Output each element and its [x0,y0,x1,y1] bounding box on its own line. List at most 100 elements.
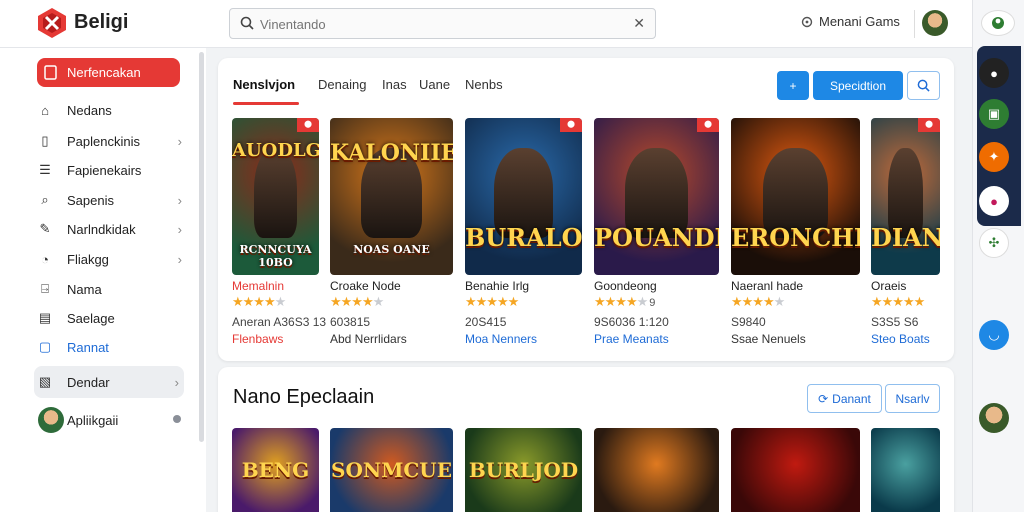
chart-icon: ◔ [41,251,49,267]
sidebar-item-fliakgg[interactable]: ◔ Fliakgg › [37,247,187,271]
avatar[interactable] [38,407,64,433]
sidebar-item-label: Narlndkidak [67,221,136,237]
gamepad-icon [801,16,813,27]
game-card[interactable] [594,428,719,512]
brand-name[interactable]: Beligi [74,11,128,34]
game-card[interactable] [871,428,940,512]
game-art-title: BURALON [465,223,582,252]
sword-icon[interactable]: ✦ [979,142,1009,172]
danant-button[interactable]: ⟳ Danant [807,384,882,413]
tab-nenbs[interactable]: Nenbs [465,77,503,92]
sidebar-item-label: Saelage [67,310,115,326]
game-tag[interactable]: Ssae Nenuels [731,332,806,346]
search-bar[interactable]: ✕ [229,8,656,39]
game-art-title: BURLJOD [468,458,579,482]
add-button[interactable]: + [777,71,809,100]
rating-stars: ★★★★★ 9 [594,294,656,309]
game-price: S3S5 S6 [871,315,919,329]
game-card[interactable]: ERONCHIS [731,118,860,275]
game-card[interactable]: BURALON ⬤ [465,118,582,275]
pen-icon: ✎ [39,221,51,236]
tab-nenslvjon[interactable]: Nenslvjon [233,77,295,92]
brand-logo-icon[interactable] [37,7,67,39]
section-title: Nano Epeclaain [233,386,375,408]
sidebar-item-nama[interactable]: ⍈ Nama [37,277,187,301]
rail-avatar[interactable] [979,403,1009,433]
game-title[interactable]: Benahie Irlg [465,279,529,293]
search-button[interactable] [907,71,940,100]
game-price: S9840 [731,315,766,329]
search-input[interactable] [260,15,620,33]
game-art-title: SONMCUE [331,458,452,482]
nsarlv-button[interactable]: Nsarlv [885,384,940,413]
share-icon[interactable]: ✣ [979,228,1009,258]
search-icon: ⌕ [41,192,49,207]
sidebar-item-label: Sapenis [67,192,114,208]
game-tag[interactable]: Prae Meanats [594,332,669,346]
sidebar-item-rannat[interactable]: ▢ Rannat [37,335,187,359]
game-tag[interactable]: Moa Nenners [465,332,537,346]
search-icon [917,79,930,92]
game-title[interactable]: Goondeong [594,279,657,293]
games-link[interactable]: Menani Gams [801,14,900,29]
chevron-right-icon: › [177,192,182,208]
game-title[interactable]: Oraeis [871,279,906,293]
bookmark-icon [44,65,57,80]
game-card[interactable]: AUODLGEN RCNNCUYA 10BO ⬤ [232,118,319,275]
game-title[interactable]: Croake Node [330,279,401,293]
sidebar-item-active[interactable]: Nerfencakan [37,58,180,87]
user-icon[interactable]: ● [979,186,1009,216]
sidebar-item-paplenckinis[interactable]: ▯ Paplenckinis › [37,129,187,153]
sidebar-item-dendar[interactable]: ▧ Dendar › [37,370,187,394]
sidebar-item-sapenis[interactable]: ⌕ Sapenis › [37,188,187,212]
game-tag[interactable]: Flenbaws [232,332,283,346]
refresh-icon: ⟳ [818,391,829,406]
sidebar-item-saelage[interactable]: ▤ Saelage [37,306,187,330]
top-bar: Beligi ✕ Menani Gams [0,0,972,48]
doc-arrow-icon: ⍈ [41,281,49,296]
tab-denaing[interactable]: Denaing [318,77,366,92]
clear-icon[interactable]: ✕ [633,15,645,32]
specidtion-button[interactable]: Specidtion [813,71,903,100]
game-card[interactable]: SONMCUE [330,428,453,512]
badge-icon: ⬤ [560,118,582,132]
rating-stars: ★★★★★ [232,294,286,309]
profile-icon[interactable] [981,10,1015,36]
sidebar-item-label: Dendar [67,374,110,390]
badge-icon: ⬤ [297,118,319,132]
game-art-title: POUANDBY [594,223,719,252]
game-card[interactable]: DIAN ⬤ [871,118,940,275]
frame-icon: ▢ [38,339,52,354]
sidebar-item-narlndkidak[interactable]: ✎ Narlndkidak › [37,217,187,241]
game-tag[interactable]: Abd Nerrlidars [330,332,407,346]
sidebar-item-label: Nerfencakan [67,65,141,80]
moon-icon[interactable]: ● [979,58,1009,88]
game-title[interactable]: Naeranl hade [731,279,803,293]
sidebar-user[interactable]: Apliikgaii [67,408,177,432]
sidebar-item-nedans[interactable]: ⌂ Nedans [37,98,187,122]
game-card[interactable]: KALONIIES NOAS OANE [330,118,453,275]
shop-icon[interactable]: ▣ [979,99,1009,129]
sidebar-scrollbar[interactable] [199,52,204,442]
game-card[interactable]: BURLJOD [465,428,582,512]
game-price: 20S415 [465,315,507,329]
button-label: Danant [832,391,871,406]
badge-icon: ⬤ [918,118,940,132]
game-title[interactable]: Memalnin [232,279,284,293]
game-card[interactable] [731,428,860,512]
sidebar-item-fapienekairs[interactable]: ☰ Fapienekairs [37,158,187,182]
tab-uane[interactable]: Uane [419,77,450,92]
game-card[interactable]: BENG [232,428,319,512]
search-icon [240,16,254,30]
game-art-title: DIAN [871,223,940,252]
tab-inas[interactable]: Inas [382,77,407,92]
game-art-subtitle: NOAS OANE [353,243,430,256]
chat-icon[interactable]: ◡ [979,320,1009,350]
sidebar-item-label: Paplenckinis [67,133,140,149]
user-name: Apliikgaii [67,412,119,428]
game-tag[interactable]: Steo Boats [871,332,930,346]
game-card[interactable]: POUANDBY ⬤ [594,118,719,275]
divider [914,10,915,38]
avatar[interactable] [922,10,948,36]
chevron-right-icon: › [177,221,182,237]
